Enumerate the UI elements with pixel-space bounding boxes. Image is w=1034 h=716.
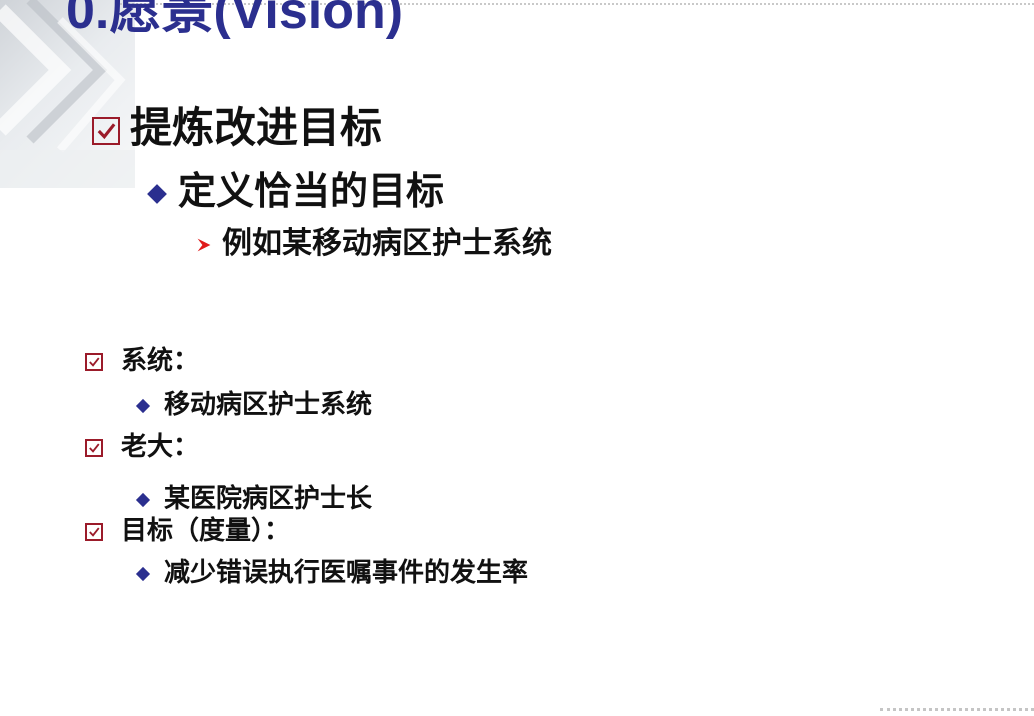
subheading-row: 定义恰当的目标 [147, 160, 445, 215]
checkbox-icon [85, 438, 103, 457]
example-row: 例如某移动病区护士系统 [196, 218, 552, 262]
section-goal-item-row: 减少错误执行医嘱事件的发生率 [135, 552, 529, 589]
example-text: 例如某移动病区护士系统 [222, 226, 552, 261]
diamond-bullet-icon [135, 398, 151, 413]
section-system-label-row: 系统： [85, 340, 199, 377]
section-label: 老大： [121, 432, 200, 462]
section-owner-label-row: 老大： [85, 426, 199, 463]
section-label: 目标（度量）： [121, 516, 291, 546]
section-item: 减少错误执行医嘱事件的发生率 [164, 558, 529, 588]
diamond-bullet-icon [135, 492, 151, 507]
section-item: 移动病区护士系统 [164, 390, 373, 420]
checkbox-icon [85, 352, 103, 371]
diamond-bullet-icon [135, 566, 151, 581]
checkbox-icon [92, 116, 120, 145]
section-goal-label-row: 目标（度量）： [85, 510, 290, 547]
diamond-bullet-icon [147, 183, 167, 204]
bottom-dotted-rule [880, 708, 1034, 711]
section-label: 系统： [121, 346, 200, 376]
slide-title: 0.愿景(Vision) [66, 0, 404, 40]
subheading-text: 定义恰当的目标 [178, 169, 445, 213]
checkbox-icon [85, 522, 103, 541]
section-system-item-row: 移动病区护士系统 [135, 384, 373, 421]
heading-text: 提炼改进目标 [130, 103, 383, 152]
heading-row: 提炼改进目标 [92, 94, 382, 155]
arrow-bullet-icon [197, 238, 211, 251]
